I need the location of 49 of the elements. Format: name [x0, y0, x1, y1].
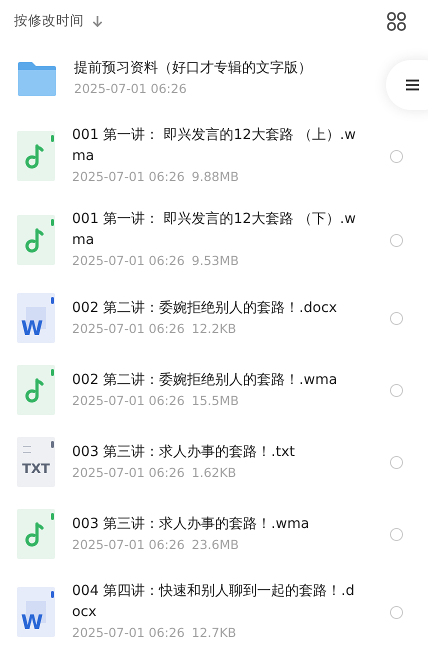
file-name: 002 第二讲：委婉拒绝别人的套路！.wma	[72, 370, 338, 390]
text-file-icon: TXT	[17, 437, 55, 487]
select-radio[interactable]	[390, 384, 403, 396]
file-date: 2025-07-01 06:26	[72, 168, 185, 186]
grid-view-icon[interactable]	[387, 12, 406, 30]
file-size: 9.88MB	[192, 168, 239, 186]
file-size: 23.6MB	[192, 536, 239, 554]
music-file-icon	[17, 365, 55, 415]
file-row[interactable]: 001 第一讲： 即兴发言的12大套路 （上）.wma 2025-07-01 06:26 9.88MB	[0, 114, 428, 198]
select-radio[interactable]	[390, 606, 403, 618]
sort-button[interactable]: 按修改时间	[14, 12, 103, 30]
word-file-icon: W	[17, 587, 55, 637]
file-row[interactable]: W 002 第二讲：委婉拒绝别人的套路！.docx 2025-07-01 06:26 12.2KB	[0, 282, 428, 354]
file-date: 2025-07-01 06:26	[72, 624, 185, 642]
file-name: 001 第一讲： 即兴发言的12大套路 （上）.wma	[72, 126, 356, 166]
music-file-icon	[17, 131, 55, 181]
file-name: 003 第三讲：求人办事的套路！.txt	[72, 442, 296, 462]
file-size: 1.62KB	[192, 464, 236, 482]
file-name: 003 第三讲：求人办事的套路！.wma	[72, 514, 310, 534]
select-radio[interactable]	[390, 312, 403, 324]
select-radio[interactable]	[390, 234, 403, 246]
file-name: 002 第二讲：委婉拒绝别人的套路！.docx	[72, 298, 338, 318]
file-size: 12.2KB	[192, 320, 236, 338]
file-row[interactable]: 提前预习资料（好口才专辑的文字版） 2025-07-01 06:26	[0, 42, 428, 114]
file-row[interactable]: W 004 第四讲：快速和别人聊到一起的套路！.docx 2025-07-01 06:26 12.7KB	[0, 570, 428, 654]
file-date: 2025-07-01 06:26	[72, 536, 185, 554]
select-radio[interactable]	[390, 528, 403, 540]
file-date: 2025-07-01 06:26	[72, 320, 185, 338]
select-radio[interactable]	[390, 456, 403, 468]
file-size: 15.5MB	[192, 392, 239, 410]
file-name: 001 第一讲： 即兴发言的12大套路 （下）.wma	[72, 210, 356, 250]
select-radio[interactable]	[390, 150, 403, 162]
file-size: 12.7KB	[192, 624, 236, 642]
music-file-icon	[17, 509, 55, 559]
file-row[interactable]: 001 第一讲： 即兴发言的12大套路 （下）.wma 2025-07-01 06:26 9.53MB	[0, 198, 428, 282]
file-name: 提前预习资料（好口才专辑的文字版）	[74, 58, 313, 78]
file-date: 2025-07-01 06:26	[72, 252, 185, 270]
file-date: 2025-07-01 06:26	[72, 392, 185, 410]
file-size: 9.53MB	[192, 252, 239, 270]
word-file-icon: W	[17, 293, 55, 343]
file-row[interactable]: 003 第三讲：求人办事的套路！.wma 2025-07-01 06:26 23.6MB	[0, 498, 428, 570]
menu-icon	[406, 79, 419, 91]
file-row[interactable]: TXT 003 第三讲：求人办事的套路！.txt 2025-07-01 06:26 1.62KB	[0, 426, 428, 498]
file-date: 2025-07-01 06:26	[74, 80, 187, 98]
file-row[interactable]: 002 第二讲：委婉拒绝别人的套路！.wma 2025-07-01 06:26 15.5MB	[0, 354, 428, 426]
music-file-icon	[17, 215, 55, 265]
file-date: 2025-07-01 06:26	[72, 464, 185, 482]
file-name: 004 第四讲：快速和别人聊到一起的套路！.docx	[72, 582, 356, 622]
down-arrow-icon	[92, 14, 103, 28]
